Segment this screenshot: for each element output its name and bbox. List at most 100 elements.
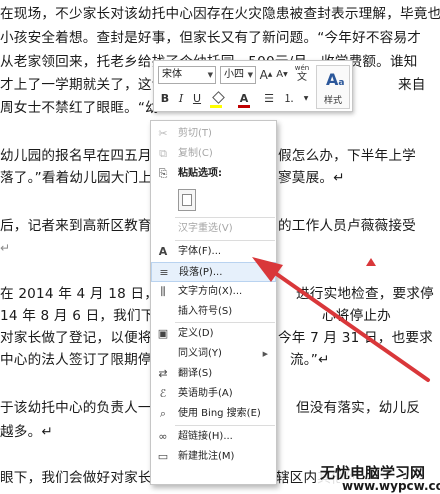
doc-line-5: 周女士不禁红了眼眶。“幼 <box>0 100 159 116</box>
doc-line-1: 在现场，不少家长对该幼托中心因存在火灾隐患被查封表示理解，毕竟也 <box>0 6 440 22</box>
font-name-value: 宋体 <box>162 69 182 80</box>
copy-icon: ⧉ <box>159 147 167 160</box>
menu-item-reconversion[interactable]: 汉字重选(V) <box>151 219 276 239</box>
chevron-down-icon: ▼ <box>207 71 213 79</box>
bing-search-icon: ⌕ <box>159 407 167 420</box>
styles-label: 样式 <box>323 96 342 106</box>
doc-fragment-4: 的工作人员卢薇薇接受 <box>278 218 416 234</box>
menu-separator <box>175 322 275 323</box>
doc-fragment-3: 寥莫展。↵ <box>278 170 345 186</box>
underline-button[interactable]: U <box>190 90 204 108</box>
menu-item-label: 剪切(T) <box>178 128 212 139</box>
doc-fragment-7: 今年 7 月 31 日，也要求 <box>278 330 433 346</box>
menu-item-cut[interactable]: ✂ 剪切(T) <box>151 124 276 144</box>
menu-item-label: 字体(F)... <box>178 246 222 257</box>
shrink-font-button[interactable]: A▼ <box>275 66 289 84</box>
menu-item-label: 同义词(Y) <box>178 348 222 359</box>
menu-item-label: 汉字重选(V) <box>178 223 233 234</box>
bold-button[interactable]: B <box>158 90 172 108</box>
font-size-value: 小四 <box>224 69 244 80</box>
menu-separator <box>175 240 275 241</box>
define-icon: ▣ <box>157 327 169 340</box>
menu-item-translate[interactable]: ⇄ 翻译(S) <box>151 364 276 384</box>
grow-font-icon: A <box>259 68 268 82</box>
doc-line-13: 中心的法人签订了限期停办 <box>0 352 166 368</box>
highlight-button[interactable] <box>208 90 228 108</box>
menu-item-paste-options: ⎘ 粘贴选项: <box>151 164 276 184</box>
menu-item-define[interactable]: ▣ 定义(D) <box>151 324 276 344</box>
context-menu: ✂ 剪切(T) ⧉ 复制(C) ⎘ 粘贴选项: 汉字重选(V) A 字体(F).… <box>150 120 277 485</box>
menu-item-text-direction[interactable]: ⫼ 文字方向(X)... <box>151 282 276 302</box>
menu-item-new-comment[interactable]: ▭ 新建批注(M) <box>151 447 276 467</box>
italic-button[interactable]: I <box>174 90 188 108</box>
new-comment-icon: ▭ <box>157 450 169 463</box>
menu-separator <box>175 425 275 426</box>
doc-fragment-9: 但没有落实，幼儿反 <box>296 400 421 416</box>
menu-item-label: 英语助手(A) <box>178 388 233 399</box>
doc-fragment-2: 假怎么办，下半年上学 <box>278 148 416 164</box>
menu-item-label: 复制(C) <box>178 148 213 159</box>
doc-line-14: 于该幼托中心的负责人一拖 <box>0 400 166 416</box>
red-marker <box>366 258 376 266</box>
font-size-select[interactable]: 小四 ▼ <box>220 66 256 84</box>
menu-item-english-assistant[interactable]: ℰ 英语助手(A) <box>151 384 276 404</box>
menu-item-label: 翻译(S) <box>178 368 213 379</box>
chevron-down-icon: ▼ <box>247 71 253 79</box>
doc-line-12: 对家长做了登记，以便将来 <box>0 330 166 346</box>
doc-line-8: 后，记者来到高新区教育文 <box>0 218 166 234</box>
numbering-dropdown[interactable]: ▼ <box>300 90 312 108</box>
menu-item-insert-symbol[interactable]: 插入符号(S) <box>151 302 276 322</box>
paste-keep-text-icon[interactable] <box>178 189 196 211</box>
menu-item-copy[interactable]: ⧉ 复制(C) <box>151 144 276 164</box>
english-assistant-icon: ℰ <box>159 387 167 400</box>
menu-item-font[interactable]: A 字体(F)... <box>151 242 276 262</box>
menu-item-label: 超链接(H)... <box>178 431 233 442</box>
font-color-swatch <box>238 105 250 108</box>
doc-fragment-6: 心将停止办 <box>322 308 391 324</box>
font-color-button[interactable]: A <box>234 90 254 108</box>
menu-item-hyperlink[interactable]: ∞ 超链接(H)... <box>151 427 276 447</box>
numbering-button[interactable]: ⒈ <box>280 90 298 108</box>
translate-icon: ⇄ <box>158 367 168 380</box>
menu-item-label: 插入符号(S) <box>178 306 233 317</box>
watermark-url: www.wypcw.com <box>340 479 440 493</box>
styles-icon: Aa <box>326 70 345 89</box>
numbering-icon: ⒈ <box>283 92 295 105</box>
scissors-icon: ✂ <box>158 127 168 140</box>
chevron-right-icon: ▶ <box>262 350 268 358</box>
styles-button[interactable]: Aa 样式 <box>316 65 350 109</box>
menu-item-label: 使用 Bing 搜索(E) <box>178 408 261 419</box>
menu-item-synonyms[interactable]: 同义词(Y) ▶ <box>151 344 276 364</box>
font-name-select[interactable]: 宋体 ▼ <box>158 66 216 84</box>
menu-item-paragraph[interactable]: ≡ 段落(P)... <box>151 262 276 282</box>
doc-fragment-5: 进行实地检查，要求停 <box>296 286 434 302</box>
menu-item-label: 定义(D) <box>178 328 214 339</box>
grow-font-button[interactable]: A▲ <box>259 66 273 84</box>
pinyin-icon: 文 <box>297 72 307 83</box>
chevron-down-icon: ▼ <box>303 95 309 102</box>
doc-fragment-1: 来自 <box>398 77 426 93</box>
doc-fragment-8: 流。”↵ <box>290 352 330 368</box>
font-color-icon: A <box>239 92 249 105</box>
menu-item-bing-search[interactable]: ⌕ 使用 Bing 搜索(E) <box>151 404 276 424</box>
font-icon: A <box>158 245 168 258</box>
doc-line-2: 小孩安全着想。查封是好事，但家长又有了新问题。“今年好不容易才 <box>0 30 422 46</box>
bullets-button[interactable]: ☰ <box>260 90 278 108</box>
menu-item-label: 文字方向(X)... <box>178 286 243 297</box>
mini-toolbar: 宋体 ▼ 小四 ▼ A▲ A▼ wén 文 B I U A ☰ ⒈ ▼ Aa 样… <box>153 60 353 112</box>
paste-icon: ⎘ <box>158 167 168 180</box>
menu-separator <box>175 217 275 218</box>
doc-line-9: ↵ <box>0 241 11 255</box>
paragraph-icon: ≡ <box>159 266 169 279</box>
menu-item-label: 段落(P)... <box>179 267 223 278</box>
doc-line-4: 才上了一学期就关了，这让 <box>0 77 166 93</box>
menu-item-label: 粘贴选项: <box>178 168 222 179</box>
doc-line-15: 越多。↵ <box>0 424 53 440</box>
menu-item-label: 新建批注(M) <box>178 451 235 462</box>
doc-line-7: 落了。”看着幼儿园大门上 <box>0 170 153 186</box>
bullets-icon: ☰ <box>264 92 274 105</box>
doc-line-6: 幼儿园的报名早在四五月份 <box>0 148 166 164</box>
highlighter-icon <box>211 91 225 104</box>
text-direction-icon: ⫼ <box>160 285 166 298</box>
pinyin-guide-button[interactable]: wén 文 <box>292 64 312 83</box>
